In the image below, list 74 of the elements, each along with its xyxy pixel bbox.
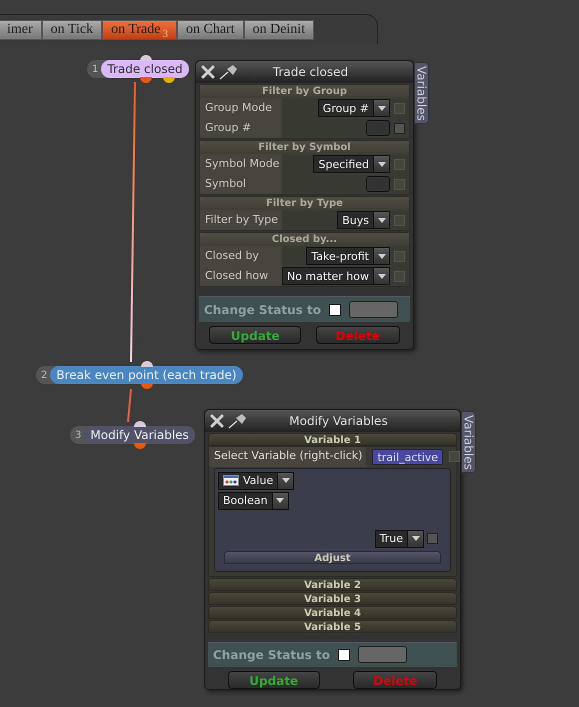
output-port-icon bbox=[162, 77, 175, 83]
dropdown[interactable]: Boolean bbox=[218, 492, 289, 510]
flow-node[interactable]: 3 Modify Variables bbox=[70, 426, 195, 444]
node-number: 1 bbox=[91, 62, 100, 76]
side-tab[interactable]: Variables bbox=[414, 62, 429, 124]
dropdown[interactable]: True bbox=[374, 530, 424, 548]
tab[interactable]: on Tick bbox=[42, 20, 102, 40]
input-field[interactable] bbox=[366, 176, 390, 192]
input-port-icon bbox=[141, 361, 154, 367]
tab[interactable]: imer bbox=[0, 20, 42, 40]
field-label: Closed by bbox=[200, 246, 282, 266]
section-header[interactable]: Variable 2 bbox=[208, 578, 457, 591]
status-label: Change Status to bbox=[213, 646, 330, 664]
update-button[interactable]: Update bbox=[228, 671, 320, 689]
field-label: Symbol Mode bbox=[200, 154, 282, 174]
side-tab[interactable]: Variables bbox=[461, 411, 476, 473]
caret-icon bbox=[373, 248, 389, 264]
value-icon bbox=[223, 475, 239, 486]
checkbox[interactable] bbox=[328, 304, 341, 316]
caret-icon bbox=[373, 156, 389, 172]
checkbox[interactable] bbox=[338, 648, 350, 661]
close-icon[interactable] bbox=[201, 65, 215, 79]
checkbox[interactable] bbox=[394, 122, 405, 134]
input-port-icon bbox=[140, 55, 152, 61]
flow-node[interactable]: 1 Trade closed bbox=[87, 60, 189, 78]
tab[interactable]: on Trade$_{3}$ bbox=[102, 20, 177, 40]
input-port-icon bbox=[134, 421, 146, 427]
flow-node[interactable]: 2 Break even point (each trade) bbox=[36, 366, 243, 384]
caret-icon bbox=[373, 100, 389, 116]
section-header[interactable]: Variable 4 bbox=[208, 606, 457, 619]
output-port-icon bbox=[134, 443, 146, 449]
field-label: Closed how bbox=[200, 266, 282, 286]
caret-icon bbox=[277, 472, 294, 489]
color-swatch[interactable] bbox=[358, 646, 407, 664]
field-label: Group # bbox=[200, 118, 282, 138]
input-field[interactable] bbox=[366, 120, 390, 136]
field-label: Select Variable (right-click) bbox=[209, 446, 366, 467]
caret-icon bbox=[373, 212, 389, 228]
color-swatch[interactable] bbox=[348, 301, 398, 318]
status-label: Change Status to bbox=[204, 302, 321, 318]
update-button[interactable]: Update bbox=[209, 326, 302, 344]
adjust-button[interactable]: Adjust bbox=[224, 550, 441, 564]
node-label: Modify Variables bbox=[84, 426, 195, 444]
caret-icon bbox=[407, 530, 423, 547]
pin-icon[interactable] bbox=[228, 412, 248, 429]
variable-chip[interactable]: trail_active bbox=[372, 448, 444, 465]
panel-title: Trade closed bbox=[272, 64, 350, 81]
node-label: Trade closed bbox=[101, 60, 189, 78]
checkbox[interactable] bbox=[427, 533, 438, 544]
tab-count: 3 bbox=[162, 28, 168, 40]
connector-line bbox=[126, 389, 133, 422]
close-icon[interactable] bbox=[210, 414, 224, 428]
section-header[interactable]: Variable 5 bbox=[208, 620, 457, 633]
section-header[interactable]: Variable 3 bbox=[208, 592, 457, 605]
node-label: Break even point (each trade) bbox=[50, 366, 243, 384]
node-number: 3 bbox=[74, 428, 82, 442]
output-port-icon bbox=[140, 77, 152, 83]
section-header[interactable]: Variable 1 bbox=[208, 432, 457, 446]
section-header: Filter by Type bbox=[200, 197, 409, 210]
caret-icon bbox=[272, 492, 288, 509]
pin-icon[interactable] bbox=[219, 64, 239, 80]
section-header: Filter by Symbol bbox=[200, 141, 409, 154]
caret-icon bbox=[373, 268, 389, 284]
node-number: 2 bbox=[40, 368, 48, 382]
field-label: Group Mode bbox=[200, 98, 282, 118]
section-header: Closed by... bbox=[200, 233, 409, 246]
field-label: Symbol bbox=[200, 174, 282, 194]
tab[interactable]: on Chart bbox=[176, 20, 244, 40]
dropdown[interactable]: Value bbox=[218, 472, 294, 490]
tab[interactable]: on Deinit bbox=[244, 20, 314, 40]
field-label: Filter by Type bbox=[200, 210, 282, 230]
output-port-icon bbox=[141, 383, 154, 389]
section-header: Filter by Group bbox=[200, 85, 409, 98]
panel-title: Modify Variables bbox=[288, 412, 389, 430]
